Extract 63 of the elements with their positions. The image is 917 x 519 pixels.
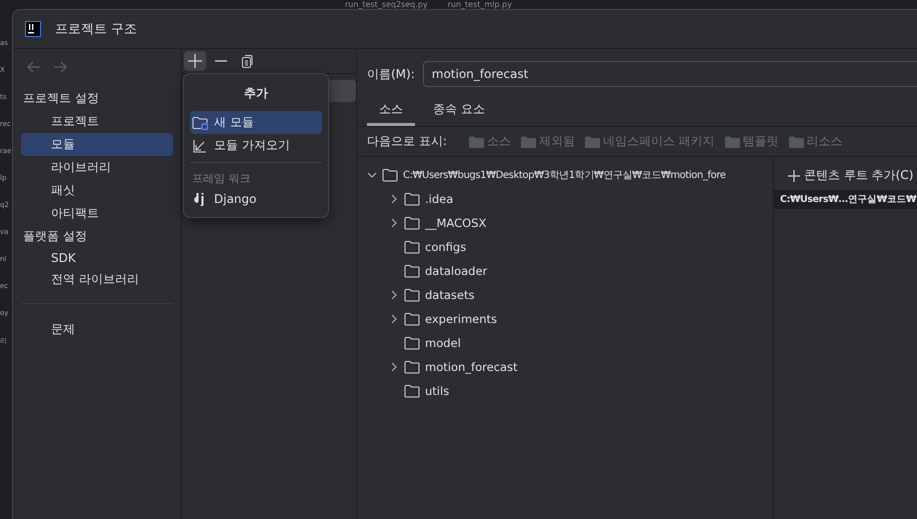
tree-item[interactable]: C:₩Users₩bugs1₩Desktop₩3학년1학기₩연구실₩코드₩motion_fore <box>403 168 726 182</box>
plus-icon <box>188 54 202 68</box>
folder-icon <box>724 136 740 148</box>
chevron-icon[interactable] <box>389 314 399 324</box>
menu-item[interactable]: Django <box>190 189 322 209</box>
folder-icon <box>520 136 536 148</box>
folder-icon <box>404 240 420 254</box>
sidebar-item[interactable]: 모듈 <box>21 133 173 156</box>
folder-icon <box>584 136 600 148</box>
folder-icon <box>404 312 420 326</box>
folder-icon <box>468 136 484 148</box>
arrow-icon <box>192 138 208 152</box>
sidebar-item[interactable]: SDK <box>21 248 173 268</box>
add-content-root-button[interactable]: 콘텐츠 루트 추가(C) <box>774 165 917 186</box>
tree-item[interactable]: datasets <box>425 288 474 302</box>
editor-tab[interactable]: run_test_seq2seq.py <box>345 0 428 9</box>
folder-icon <box>382 168 398 182</box>
content-root-path[interactable]: C:₩Users₩...연구실₩코드₩ <box>774 190 917 209</box>
menu-title: 추가 <box>244 85 268 102</box>
mark-as-label: 다음으로 표시: <box>367 133 447 150</box>
tab[interactable]: 소스 <box>367 97 415 126</box>
section-header: 플랫폼 설정 <box>22 228 88 245</box>
sidebar-item[interactable]: 전역 라이브러리 <box>21 268 173 291</box>
section-header: 프로젝트 설정 <box>22 90 100 107</box>
chevron-icon[interactable] <box>367 170 377 180</box>
sidebar-item[interactable]: 아티팩트 <box>21 202 173 225</box>
folder-icon <box>404 288 420 302</box>
chevron-icon[interactable] <box>389 290 399 300</box>
name-field[interactable]: motion_forecast <box>422 61 917 87</box>
sidebar-item[interactable]: 프로젝트 <box>21 110 173 133</box>
menu-item[interactable]: 모듈 가져오기 <box>190 134 322 157</box>
sidebar-item[interactable]: 문제 <box>21 318 173 341</box>
folder-icon <box>404 216 420 230</box>
chevron-icon[interactable] <box>389 194 399 204</box>
sidebar-item[interactable]: 패싯 <box>21 179 173 202</box>
folder-icon <box>192 116 208 130</box>
plus-icon <box>788 170 800 182</box>
sidebar-item[interactable]: 라이브러리 <box>21 156 173 179</box>
window-title: 프로젝트 구조 <box>55 21 138 38</box>
tree-item[interactable]: __MACOSX <box>425 216 486 230</box>
tree-item[interactable]: experiments <box>425 312 498 326</box>
folder-icon <box>404 264 420 278</box>
folder-icon <box>404 336 420 350</box>
app-logo-icon <box>25 21 41 37</box>
editor-tab[interactable]: run_test_mlp.py <box>448 0 512 9</box>
menu-group-header: 프레임 워크 <box>191 171 252 187</box>
chevron-icon[interactable] <box>389 362 399 372</box>
add-button[interactable] <box>184 51 206 71</box>
name-label: 이름(M): <box>367 66 415 82</box>
copy-icon <box>240 54 254 68</box>
tree-item[interactable]: utils <box>425 384 450 398</box>
folder-icon <box>404 384 420 398</box>
tree-item[interactable]: configs <box>425 240 466 254</box>
tree-item[interactable]: model <box>425 336 461 350</box>
folder-icon <box>404 192 420 206</box>
chevron-icon[interactable] <box>389 218 399 228</box>
folder-icon <box>404 360 420 374</box>
folder-icon <box>788 136 804 148</box>
tree-item[interactable]: dataloader <box>425 264 488 278</box>
tree-item[interactable]: .idea <box>425 192 454 206</box>
menu-item[interactable]: 새 모듈 <box>190 111 322 134</box>
tab[interactable]: 종속 요소 <box>421 97 497 126</box>
tree-item[interactable]: motion_forecast <box>425 360 518 374</box>
